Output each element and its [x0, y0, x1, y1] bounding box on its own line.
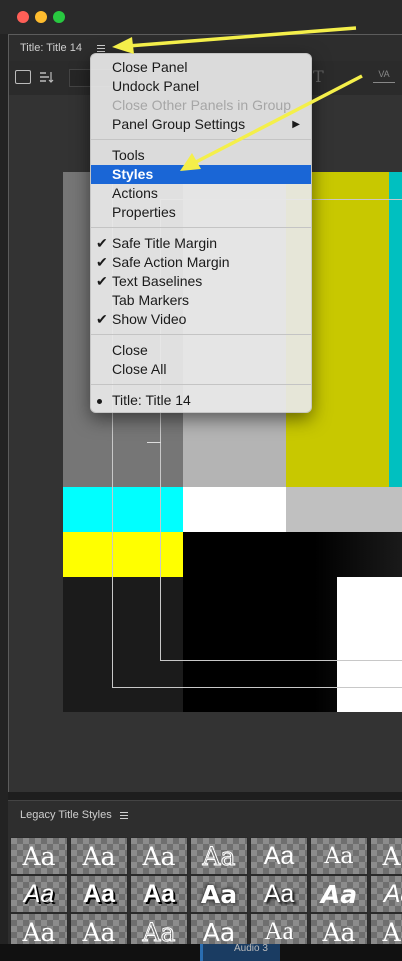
- styles-menu-icon[interactable]: [118, 809, 130, 821]
- style-swatch-grid: Aa Aa Aa Aa Aa Aa Aa Aa Aa Aa Aa Aa Aa A…: [10, 837, 402, 946]
- style-swatch[interactable]: Aa: [190, 875, 248, 913]
- track-label: Audio 3: [234, 943, 268, 954]
- left-gutter: [0, 34, 8, 944]
- style-swatch[interactable]: Aa: [370, 913, 402, 946]
- style-swatch[interactable]: Aa: [10, 875, 68, 913]
- center-crosshair: [147, 442, 161, 443]
- menu-item-title-14[interactable]: Title: Title 14: [91, 391, 311, 410]
- style-swatch[interactable]: Aa: [130, 875, 188, 913]
- style-swatch[interactable]: Aa: [10, 837, 68, 875]
- style-swatch[interactable]: Aa: [370, 837, 402, 875]
- style-swatch[interactable]: Aa: [250, 913, 308, 946]
- legacy-title-styles-panel: Legacy Title Styles Aa Aa Aa Aa Aa Aa Aa…: [8, 800, 402, 946]
- menu-item-close-panel[interactable]: Close Panel: [91, 58, 311, 77]
- menu-item-properties[interactable]: Properties: [91, 203, 311, 222]
- checkmark-icon: ✔: [96, 235, 108, 251]
- menu-item-safe-action-margin[interactable]: ✔ Safe Action Margin: [91, 253, 311, 272]
- panel-title: Title: Title 14: [20, 42, 82, 54]
- menu-item-close[interactable]: Close: [91, 341, 311, 360]
- menu-separator: [91, 334, 311, 335]
- checkmark-icon: ✔: [96, 273, 108, 289]
- style-swatch[interactable]: Aa: [250, 875, 308, 913]
- menu-item-undock-panel[interactable]: Undock Panel: [91, 77, 311, 96]
- menu-item-safe-title-margin[interactable]: ✔ Safe Title Margin: [91, 234, 311, 253]
- panel-context-menu: Close Panel Undock Panel Close Other Pan…: [90, 53, 312, 413]
- template-icon[interactable]: [15, 70, 31, 84]
- menu-separator: [91, 139, 311, 140]
- roll-crawl-icon[interactable]: [39, 70, 55, 84]
- style-swatch[interactable]: Aa: [130, 837, 188, 875]
- style-swatch[interactable]: Aa: [310, 875, 368, 913]
- style-swatch[interactable]: Aa: [70, 837, 128, 875]
- menu-item-tab-markers[interactable]: Tab Markers: [91, 291, 311, 310]
- style-swatch[interactable]: Aa: [10, 913, 68, 946]
- menu-item-tools[interactable]: Tools: [91, 146, 311, 165]
- submenu-arrow-icon: ▶: [292, 119, 300, 130]
- text-tool-icon[interactable]: T: [313, 67, 324, 86]
- menu-item-styles[interactable]: Styles: [91, 165, 311, 184]
- menu-item-panel-group-settings[interactable]: Panel Group Settings ▶: [91, 115, 311, 134]
- menu-separator: [91, 227, 311, 228]
- style-swatch[interactable]: Aa: [130, 913, 188, 946]
- menu-item-show-video[interactable]: ✔ Show Video: [91, 310, 311, 329]
- menu-separator: [91, 384, 311, 385]
- menu-item-text-baselines[interactable]: ✔ Text Baselines: [91, 272, 311, 291]
- checkmark-icon: ✔: [96, 254, 108, 270]
- close-window-button[interactable]: [17, 11, 29, 23]
- minimize-window-button[interactable]: [35, 11, 47, 23]
- styles-panel-title: Legacy Title Styles: [20, 809, 112, 821]
- style-swatch[interactable]: Aa: [190, 837, 248, 875]
- menu-item-close-other-panels: Close Other Panels in Group: [112, 97, 291, 113]
- style-swatch[interactable]: Aa: [310, 837, 368, 875]
- menu-item-actions[interactable]: Actions: [91, 184, 311, 203]
- bullet-icon: [97, 399, 102, 404]
- checkmark-icon: ✔: [96, 311, 108, 327]
- style-swatch[interactable]: Aa: [310, 913, 368, 946]
- styles-panel-header: Legacy Title Styles: [8, 801, 402, 829]
- style-swatch[interactable]: Aa: [70, 913, 128, 946]
- kerning-icon[interactable]: VA: [373, 69, 395, 83]
- background-timecode-strip: [120, 0, 402, 10]
- style-swatch[interactable]: Aa: [370, 875, 402, 913]
- style-swatch[interactable]: Aa: [70, 875, 128, 913]
- zoom-window-button[interactable]: [53, 11, 65, 23]
- style-swatch[interactable]: Aa: [190, 913, 248, 946]
- window-titlebar: [0, 0, 402, 34]
- menu-item-close-all[interactable]: Close All: [91, 360, 311, 379]
- style-swatch[interactable]: Aa: [250, 837, 308, 875]
